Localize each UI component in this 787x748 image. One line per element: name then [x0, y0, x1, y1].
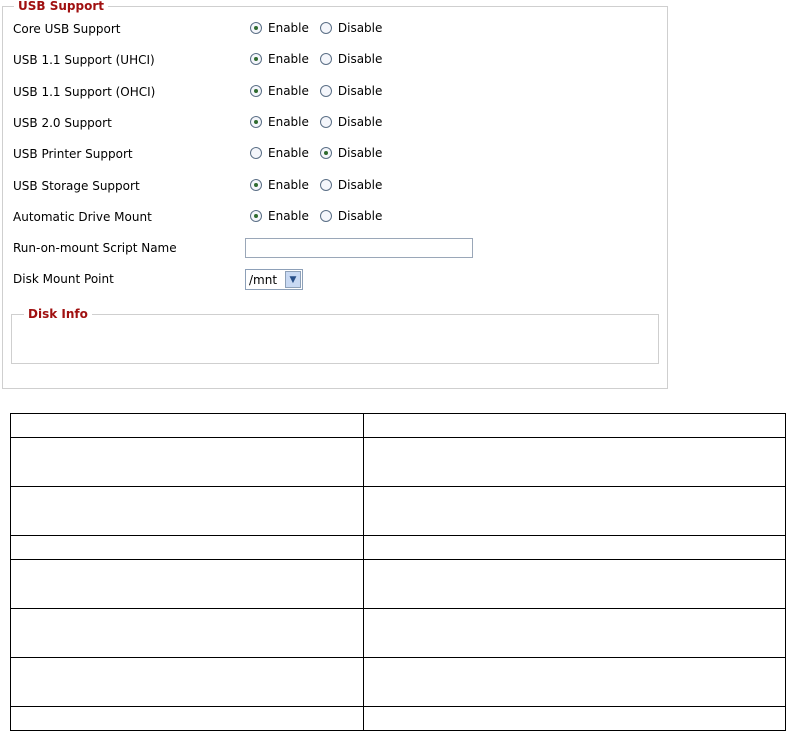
disable-radio[interactable]: [319, 53, 332, 65]
table-row: [10, 535, 786, 560]
disable-label: Disable: [337, 115, 383, 129]
disable-label: Disable: [337, 21, 383, 35]
enable-disable-radio-group: Enable Disable: [250, 178, 393, 192]
usb-option-label: Core USB Support: [13, 22, 121, 36]
disable-radio[interactable]: [319, 147, 332, 159]
table-cell: [10, 657, 364, 707]
enable-label: Enable: [268, 84, 309, 98]
table-cell: [363, 608, 786, 658]
enable-label: Enable: [268, 209, 309, 223]
table-cell: [363, 413, 786, 438]
enable-label: Enable: [268, 52, 309, 66]
usb-option-label: USB Printer Support: [13, 147, 133, 161]
table-row: [10, 559, 786, 609]
disk-info-legend: Disk Info: [24, 307, 92, 321]
usb-option-label: USB Storage Support: [13, 179, 140, 193]
enable-disable-radio-group: Enable Disable: [250, 52, 393, 66]
enable-label: Enable: [268, 146, 309, 160]
usb-option-row: USB Storage Support Enable Disable: [13, 176, 653, 196]
script-name-input[interactable]: [245, 238, 473, 258]
disable-radio[interactable]: [319, 179, 332, 191]
table-row: [10, 413, 786, 438]
table-row: [10, 486, 786, 536]
table-cell: [363, 535, 786, 560]
mount-point-value: /mnt: [249, 272, 278, 287]
disable-label: Disable: [337, 209, 383, 223]
table-cell: [363, 657, 786, 707]
table-row: [10, 706, 786, 731]
disable-radio[interactable]: [319, 116, 332, 128]
enable-radio[interactable]: [250, 147, 262, 159]
disable-label: Disable: [337, 178, 383, 192]
usb-option-label: USB 2.0 Support: [13, 116, 112, 130]
disable-radio[interactable]: [319, 210, 332, 222]
usb-option-label: USB 1.1 Support (UHCI): [13, 53, 155, 67]
table-cell: [10, 437, 364, 487]
enable-radio[interactable]: [250, 85, 262, 97]
usb-option-label: USB 1.1 Support (OHCI): [13, 85, 156, 99]
table-row: [10, 608, 786, 658]
enable-disable-radio-group: Enable Disable: [250, 115, 393, 129]
enable-radio[interactable]: [250, 179, 262, 191]
script-name-label: Run-on-mount Script Name: [13, 241, 177, 255]
table-cell: [363, 486, 786, 536]
usb-option-row: Core USB Support Enable Disable: [13, 19, 653, 39]
table-cell: [10, 608, 364, 658]
table-cell: [10, 559, 364, 609]
usb-option-row: Automatic Drive Mount Enable Disable: [13, 207, 653, 227]
table-cell: [363, 559, 786, 609]
disable-radio[interactable]: [319, 85, 332, 97]
info-table: [10, 413, 786, 731]
usb-option-row: USB 1.1 Support (OHCI) Enable Disable: [13, 82, 653, 102]
enable-disable-radio-group: Enable Disable: [250, 21, 393, 35]
mount-point-row: Disk Mount Point /mnt ▼: [13, 269, 653, 290]
table-cell: [10, 706, 364, 731]
usb-option-row: USB Printer Support Enable Disable: [13, 144, 653, 164]
enable-disable-radio-group: Enable Disable: [250, 209, 393, 223]
enable-label: Enable: [268, 21, 309, 35]
mount-point-label: Disk Mount Point: [13, 272, 114, 286]
table-cell: [363, 706, 786, 731]
usb-option-label: Automatic Drive Mount: [13, 210, 152, 224]
disable-radio[interactable]: [319, 22, 332, 34]
enable-disable-radio-group: Enable Disable: [250, 84, 393, 98]
table-cell: [10, 413, 364, 438]
table-cell: [10, 486, 364, 536]
enable-radio[interactable]: [250, 22, 262, 34]
script-name-row: Run-on-mount Script Name: [13, 238, 653, 258]
chevron-down-icon[interactable]: ▼: [285, 271, 301, 288]
disk-info-fieldset: Disk Info: [11, 307, 659, 364]
usb-option-row: USB 1.1 Support (UHCI) Enable Disable: [13, 50, 653, 70]
usb-support-fieldset: USB Support Core USB Support Enable Disabl…: [2, 0, 668, 389]
table-cell: [363, 437, 786, 487]
table-row: [10, 437, 786, 487]
enable-radio[interactable]: [250, 53, 262, 65]
enable-label: Enable: [268, 178, 309, 192]
enable-radio[interactable]: [250, 116, 262, 128]
usb-support-legend: USB Support: [14, 0, 108, 13]
enable-radio[interactable]: [250, 210, 262, 222]
disable-label: Disable: [337, 146, 383, 160]
table-cell: [10, 535, 364, 560]
disable-label: Disable: [337, 52, 383, 66]
enable-disable-radio-group: Enable Disable: [250, 146, 393, 160]
table-row: [10, 657, 786, 707]
disable-label: Disable: [337, 84, 383, 98]
mount-point-select[interactable]: /mnt ▼: [245, 269, 303, 290]
enable-label: Enable: [268, 115, 309, 129]
usb-option-row: USB 2.0 Support Enable Disable: [13, 113, 653, 133]
